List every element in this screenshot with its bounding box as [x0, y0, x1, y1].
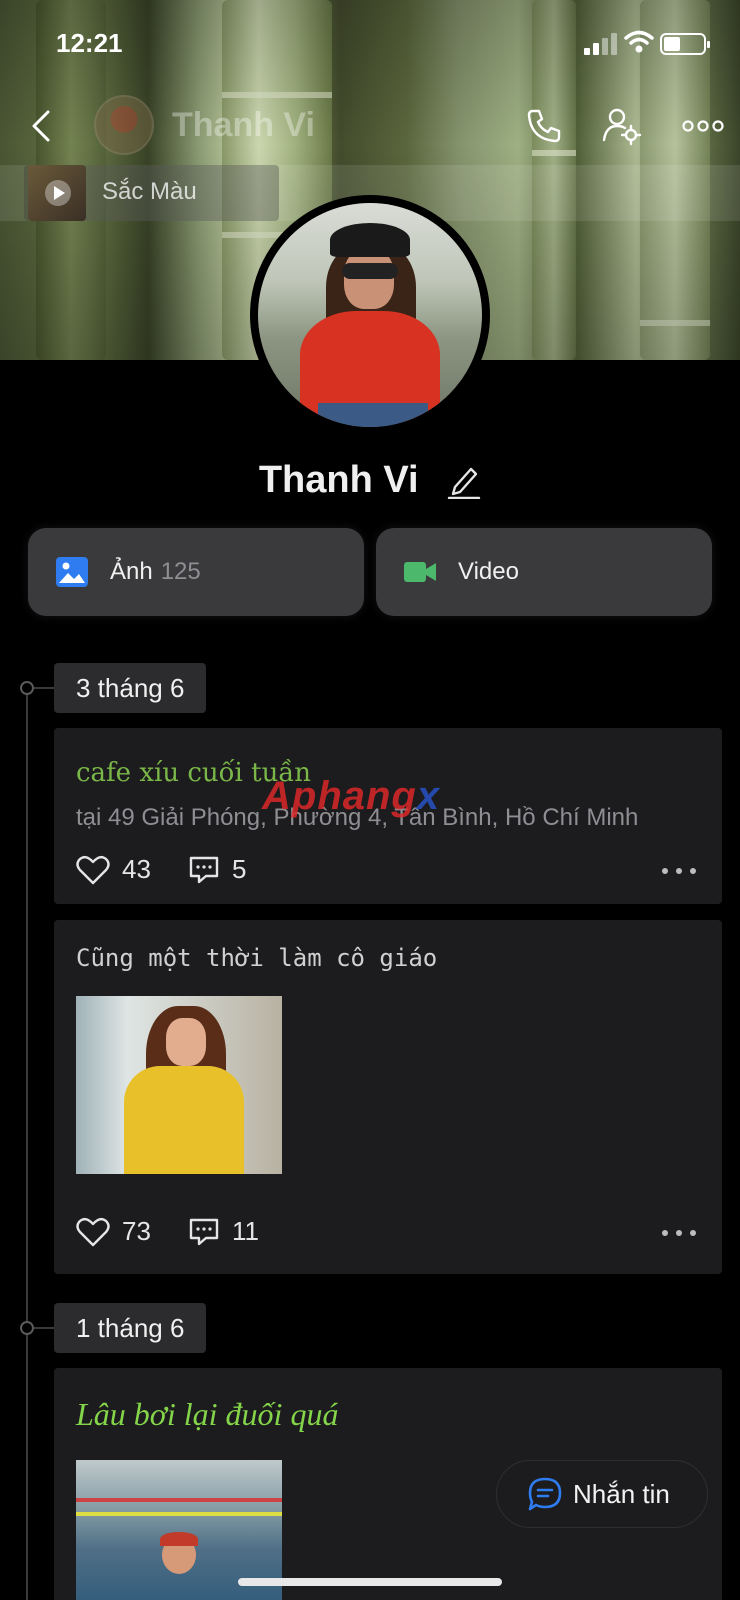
like-button[interactable]: 43 [76, 854, 151, 885]
timeline-date: 3 tháng 6 [54, 663, 207, 713]
signal-icon [584, 33, 617, 55]
post-card[interactable]: Cũng một thời làm cô giáo 73 11 [54, 920, 722, 1274]
header-avatar [94, 95, 154, 155]
profile-name-row: Thanh Vi [0, 458, 740, 502]
like-count: 73 [122, 1216, 151, 1246]
video-camera-icon [404, 562, 436, 582]
photo-icon [56, 557, 88, 587]
music-thumbnail[interactable] [28, 165, 86, 221]
home-indicator[interactable] [238, 1578, 502, 1586]
user-settings-icon [602, 108, 642, 146]
comment-count: 5 [232, 854, 247, 884]
timeline-date: 1 tháng 6 [54, 1303, 207, 1353]
like-button[interactable]: 73 [76, 1216, 151, 1247]
battery-icon [660, 33, 710, 55]
watermark-text: Aphangx [262, 774, 441, 818]
profile-name: Thanh Vi [258, 459, 419, 502]
comment-button[interactable]: 5 [188, 854, 246, 885]
heart-icon [76, 1217, 110, 1246]
videos-label: Video [458, 558, 519, 585]
status-bar: 12:21 [0, 0, 740, 90]
wifi-icon [624, 30, 654, 53]
phone-icon [527, 109, 561, 143]
timeline-dot [20, 1321, 34, 1335]
comment-count: 11 [232, 1216, 259, 1246]
comment-icon [189, 1218, 219, 1245]
chat-bubble-icon [528, 1477, 562, 1511]
post-more-icon[interactable] [662, 866, 696, 876]
send-message-button[interactable]: Nhắn tin [496, 1460, 708, 1528]
like-count: 43 [122, 854, 151, 884]
play-icon [45, 180, 71, 206]
post-photo[interactable] [76, 996, 282, 1174]
profile-avatar[interactable] [250, 195, 490, 435]
more-horizontal-icon [682, 120, 724, 132]
photos-count: 125 [160, 558, 201, 585]
photos-button[interactable]: Ảnh 125 [28, 528, 364, 616]
photos-label: Ảnh [110, 558, 153, 585]
timeline-line [26, 690, 28, 1600]
status-time: 12:21 [56, 28, 123, 58]
timeline-dot [20, 681, 34, 695]
profile-settings-button[interactable] [600, 104, 644, 148]
music-title[interactable]: Sắc Màu [102, 178, 197, 206]
post-title: Lâu bơi lại đuối quá [76, 1396, 339, 1432]
more-options-button[interactable] [680, 104, 726, 148]
comment-button[interactable]: 11 [188, 1216, 259, 1247]
edit-pencil-icon[interactable] [447, 463, 481, 499]
call-button[interactable] [522, 104, 566, 148]
header-name: Thanh Vi [172, 106, 315, 144]
videos-button[interactable]: Video [376, 528, 712, 616]
back-arrow-icon[interactable] [24, 106, 64, 146]
heart-icon [76, 855, 110, 884]
post-more-icon[interactable] [662, 1228, 696, 1238]
send-message-label: Nhắn tin [573, 1478, 670, 1509]
comment-icon [189, 856, 219, 883]
post-title: Cũng một thời làm cô giáo [76, 944, 438, 972]
